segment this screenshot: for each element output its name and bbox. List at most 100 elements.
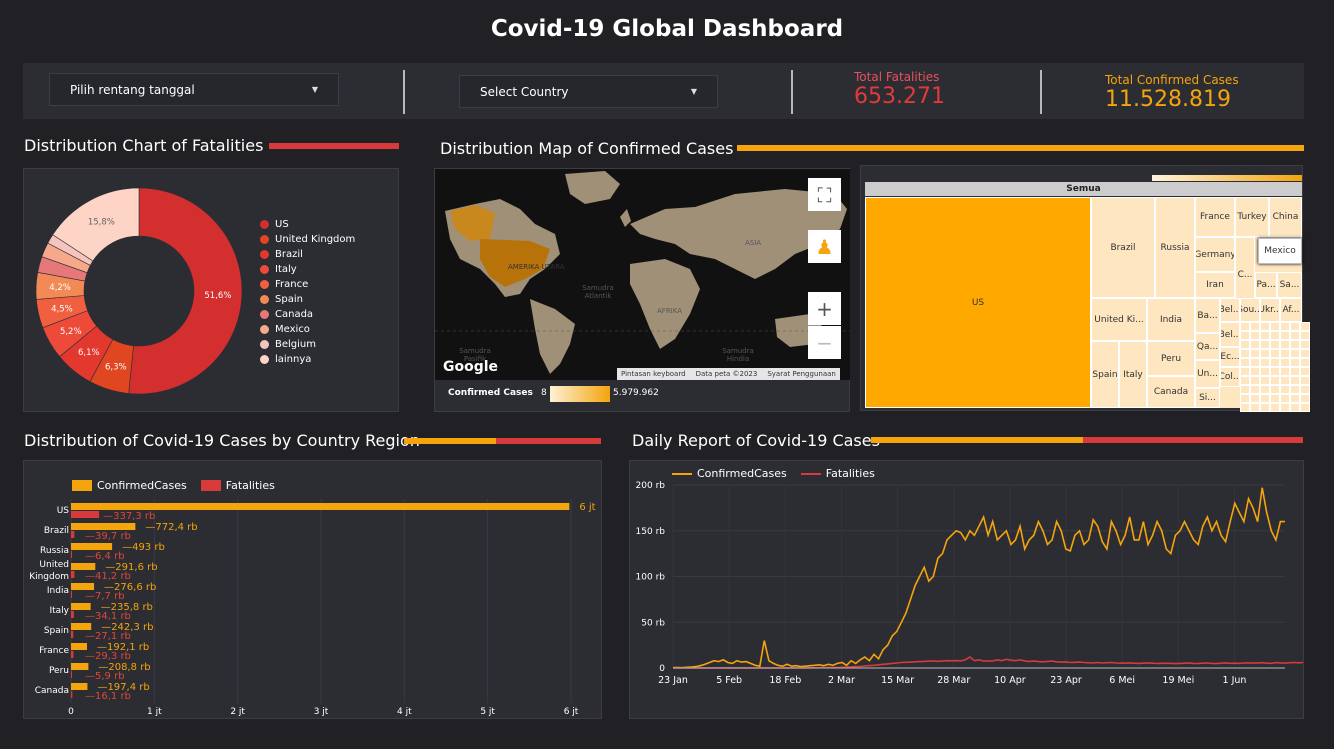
bar-confirmed[interactable] — [71, 563, 96, 570]
treemap-cell-small[interactable] — [1300, 367, 1310, 376]
treemap-cell-small[interactable] — [1260, 322, 1270, 331]
treemap-cell-small[interactable] — [1240, 349, 1250, 358]
treemap-cell-small[interactable] — [1290, 358, 1300, 367]
map-footer-link[interactable]: Syarat Penggunaan — [767, 370, 836, 378]
treemap-cell-small[interactable] — [1270, 331, 1280, 340]
treemap-cell-small[interactable] — [1250, 385, 1260, 394]
treemap-cell-small[interactable] — [1260, 394, 1270, 403]
treemap-cell-small[interactable] — [1300, 331, 1310, 340]
treemap-cell-small[interactable] — [1240, 367, 1250, 376]
treemap-cell-small[interactable] — [1260, 367, 1270, 376]
treemap-cell[interactable]: Russia — [1155, 197, 1195, 298]
treemap-cell-small[interactable] — [1250, 403, 1260, 412]
treemap-cell[interactable]: Ba... — [1195, 298, 1220, 333]
map-footer-link[interactable]: Pintasan keyboard — [621, 370, 686, 378]
treemap-cell[interactable]: Si... — [1195, 388, 1220, 408]
treemap-cell-small[interactable] — [1280, 322, 1290, 331]
treemap-cell-small[interactable] — [1250, 340, 1260, 349]
treemap-cell[interactable]: Sa... — [1277, 272, 1302, 298]
treemap-cell[interactable]: Spain — [1091, 341, 1119, 408]
treemap-cell[interactable]: Un... — [1195, 360, 1220, 388]
treemap-cell-small[interactable] — [1270, 340, 1280, 349]
treemap-cell-small[interactable] — [1260, 340, 1270, 349]
treemap-cell-small[interactable] — [1250, 322, 1260, 331]
treemap-cell[interactable]: US — [865, 197, 1091, 408]
treemap-cell-small[interactable] — [1280, 376, 1290, 385]
treemap-cell-small[interactable] — [1290, 376, 1300, 385]
treemap-cell-small[interactable] — [1300, 340, 1310, 349]
bar-confirmed[interactable] — [71, 663, 89, 670]
treemap-cell[interactable]: Turkey — [1235, 197, 1269, 237]
treemap-cell[interactable]: Bel... — [1220, 298, 1240, 322]
treemap-cell[interactable]: Qa... — [1195, 333, 1220, 360]
treemap-cell-small[interactable] — [1280, 358, 1290, 367]
treemap-cell[interactable]: France — [1195, 197, 1235, 237]
treemap-cell-small[interactable] — [1250, 349, 1260, 358]
treemap-cell-small[interactable] — [1300, 394, 1310, 403]
legend-item[interactable]: Canada — [260, 307, 355, 322]
treemap-cell[interactable]: Iran — [1195, 272, 1235, 298]
treemap-cell-small[interactable] — [1280, 340, 1290, 349]
treemap-cell-small[interactable] — [1290, 403, 1300, 412]
bar-confirmed[interactable] — [71, 543, 113, 550]
treemap-cell[interactable]: Peru — [1147, 341, 1195, 376]
treemap-cell[interactable]: Canada — [1147, 376, 1195, 408]
treemap-cell-small[interactable] — [1260, 403, 1270, 412]
legend-item[interactable]: Belgium — [260, 337, 355, 352]
treemap-cell-small[interactable] — [1240, 322, 1250, 331]
treemap-cell-small[interactable] — [1270, 322, 1280, 331]
legend-item[interactable]: United Kingdom — [260, 232, 355, 247]
bar-fatalities[interactable] — [71, 671, 72, 678]
treemap-cell-small[interactable] — [1270, 367, 1280, 376]
treemap-cell-small[interactable] — [1270, 403, 1280, 412]
treemap-cell-small[interactable] — [1270, 394, 1280, 403]
bar-fatalities[interactable] — [71, 591, 72, 598]
bar-confirmed[interactable] — [71, 643, 88, 650]
series-line-ConfirmedCases[interactable] — [673, 487, 1285, 669]
bar-fatalities[interactable] — [71, 611, 74, 618]
treemap-cell[interactable]: Ec... — [1220, 347, 1240, 367]
treemap-cell-small[interactable] — [1250, 394, 1260, 403]
treemap-cell-small[interactable] — [1290, 367, 1300, 376]
treemap-cell[interactable]: Af... — [1280, 298, 1302, 322]
legend-item[interactable]: Italy — [260, 262, 355, 277]
treemap-cell[interactable]: Col... — [1220, 367, 1240, 387]
treemap-cell-small[interactable] — [1280, 403, 1290, 412]
bar-fatalities[interactable] — [71, 571, 75, 578]
treemap-cell-small[interactable] — [1280, 367, 1290, 376]
country-dropdown[interactable]: Select Country ▼ — [459, 75, 718, 108]
legend-item[interactable]: lainnya — [260, 352, 355, 367]
treemap-cell[interactable]: Italy — [1119, 341, 1147, 408]
treemap-cell[interactable]: India — [1147, 298, 1195, 341]
treemap-cell-small[interactable] — [1260, 358, 1270, 367]
treemap-cell-small[interactable] — [1290, 340, 1300, 349]
treemap-cell-small[interactable] — [1260, 385, 1270, 394]
treemap-cell[interactable]: United Ki... — [1091, 298, 1147, 341]
treemap-cell-small[interactable] — [1240, 403, 1250, 412]
treemap-cell-small[interactable] — [1290, 394, 1300, 403]
treemap-cell-small[interactable] — [1300, 349, 1310, 358]
bar-confirmed[interactable] — [71, 523, 136, 530]
legend-item[interactable]: US — [260, 217, 355, 232]
world-map[interactable]: AMERIKA UTARA Samudra Atlantik ASIA AFRI… — [435, 169, 850, 380]
bar-confirmed[interactable] — [71, 583, 95, 590]
treemap-cell-small[interactable] — [1280, 394, 1290, 403]
treemap-cell-small[interactable] — [1300, 385, 1310, 394]
treemap-cell-small[interactable] — [1290, 322, 1300, 331]
bar-fatalities[interactable] — [71, 691, 73, 698]
bar-confirmed[interactable] — [71, 683, 88, 690]
treemap-cell[interactable]: Bel... — [1220, 322, 1240, 347]
treemap-cell-small[interactable] — [1280, 385, 1290, 394]
treemap-cell[interactable]: China — [1269, 197, 1302, 237]
treemap-cell-small[interactable] — [1270, 385, 1280, 394]
pegman-icon[interactable]: ♟ — [808, 230, 841, 263]
treemap-cell-small[interactable] — [1250, 358, 1260, 367]
treemap-cell-small[interactable] — [1300, 322, 1310, 331]
treemap-cell[interactable]: Germany — [1195, 237, 1235, 272]
treemap-cell-small[interactable] — [1270, 349, 1280, 358]
treemap-cell-small[interactable] — [1250, 367, 1260, 376]
zoom-out-button[interactable]: − — [808, 326, 841, 359]
treemap-cell-small[interactable] — [1240, 394, 1250, 403]
treemap-cell-small[interactable] — [1290, 385, 1300, 394]
treemap-cell[interactable]: Pa... — [1255, 272, 1277, 298]
